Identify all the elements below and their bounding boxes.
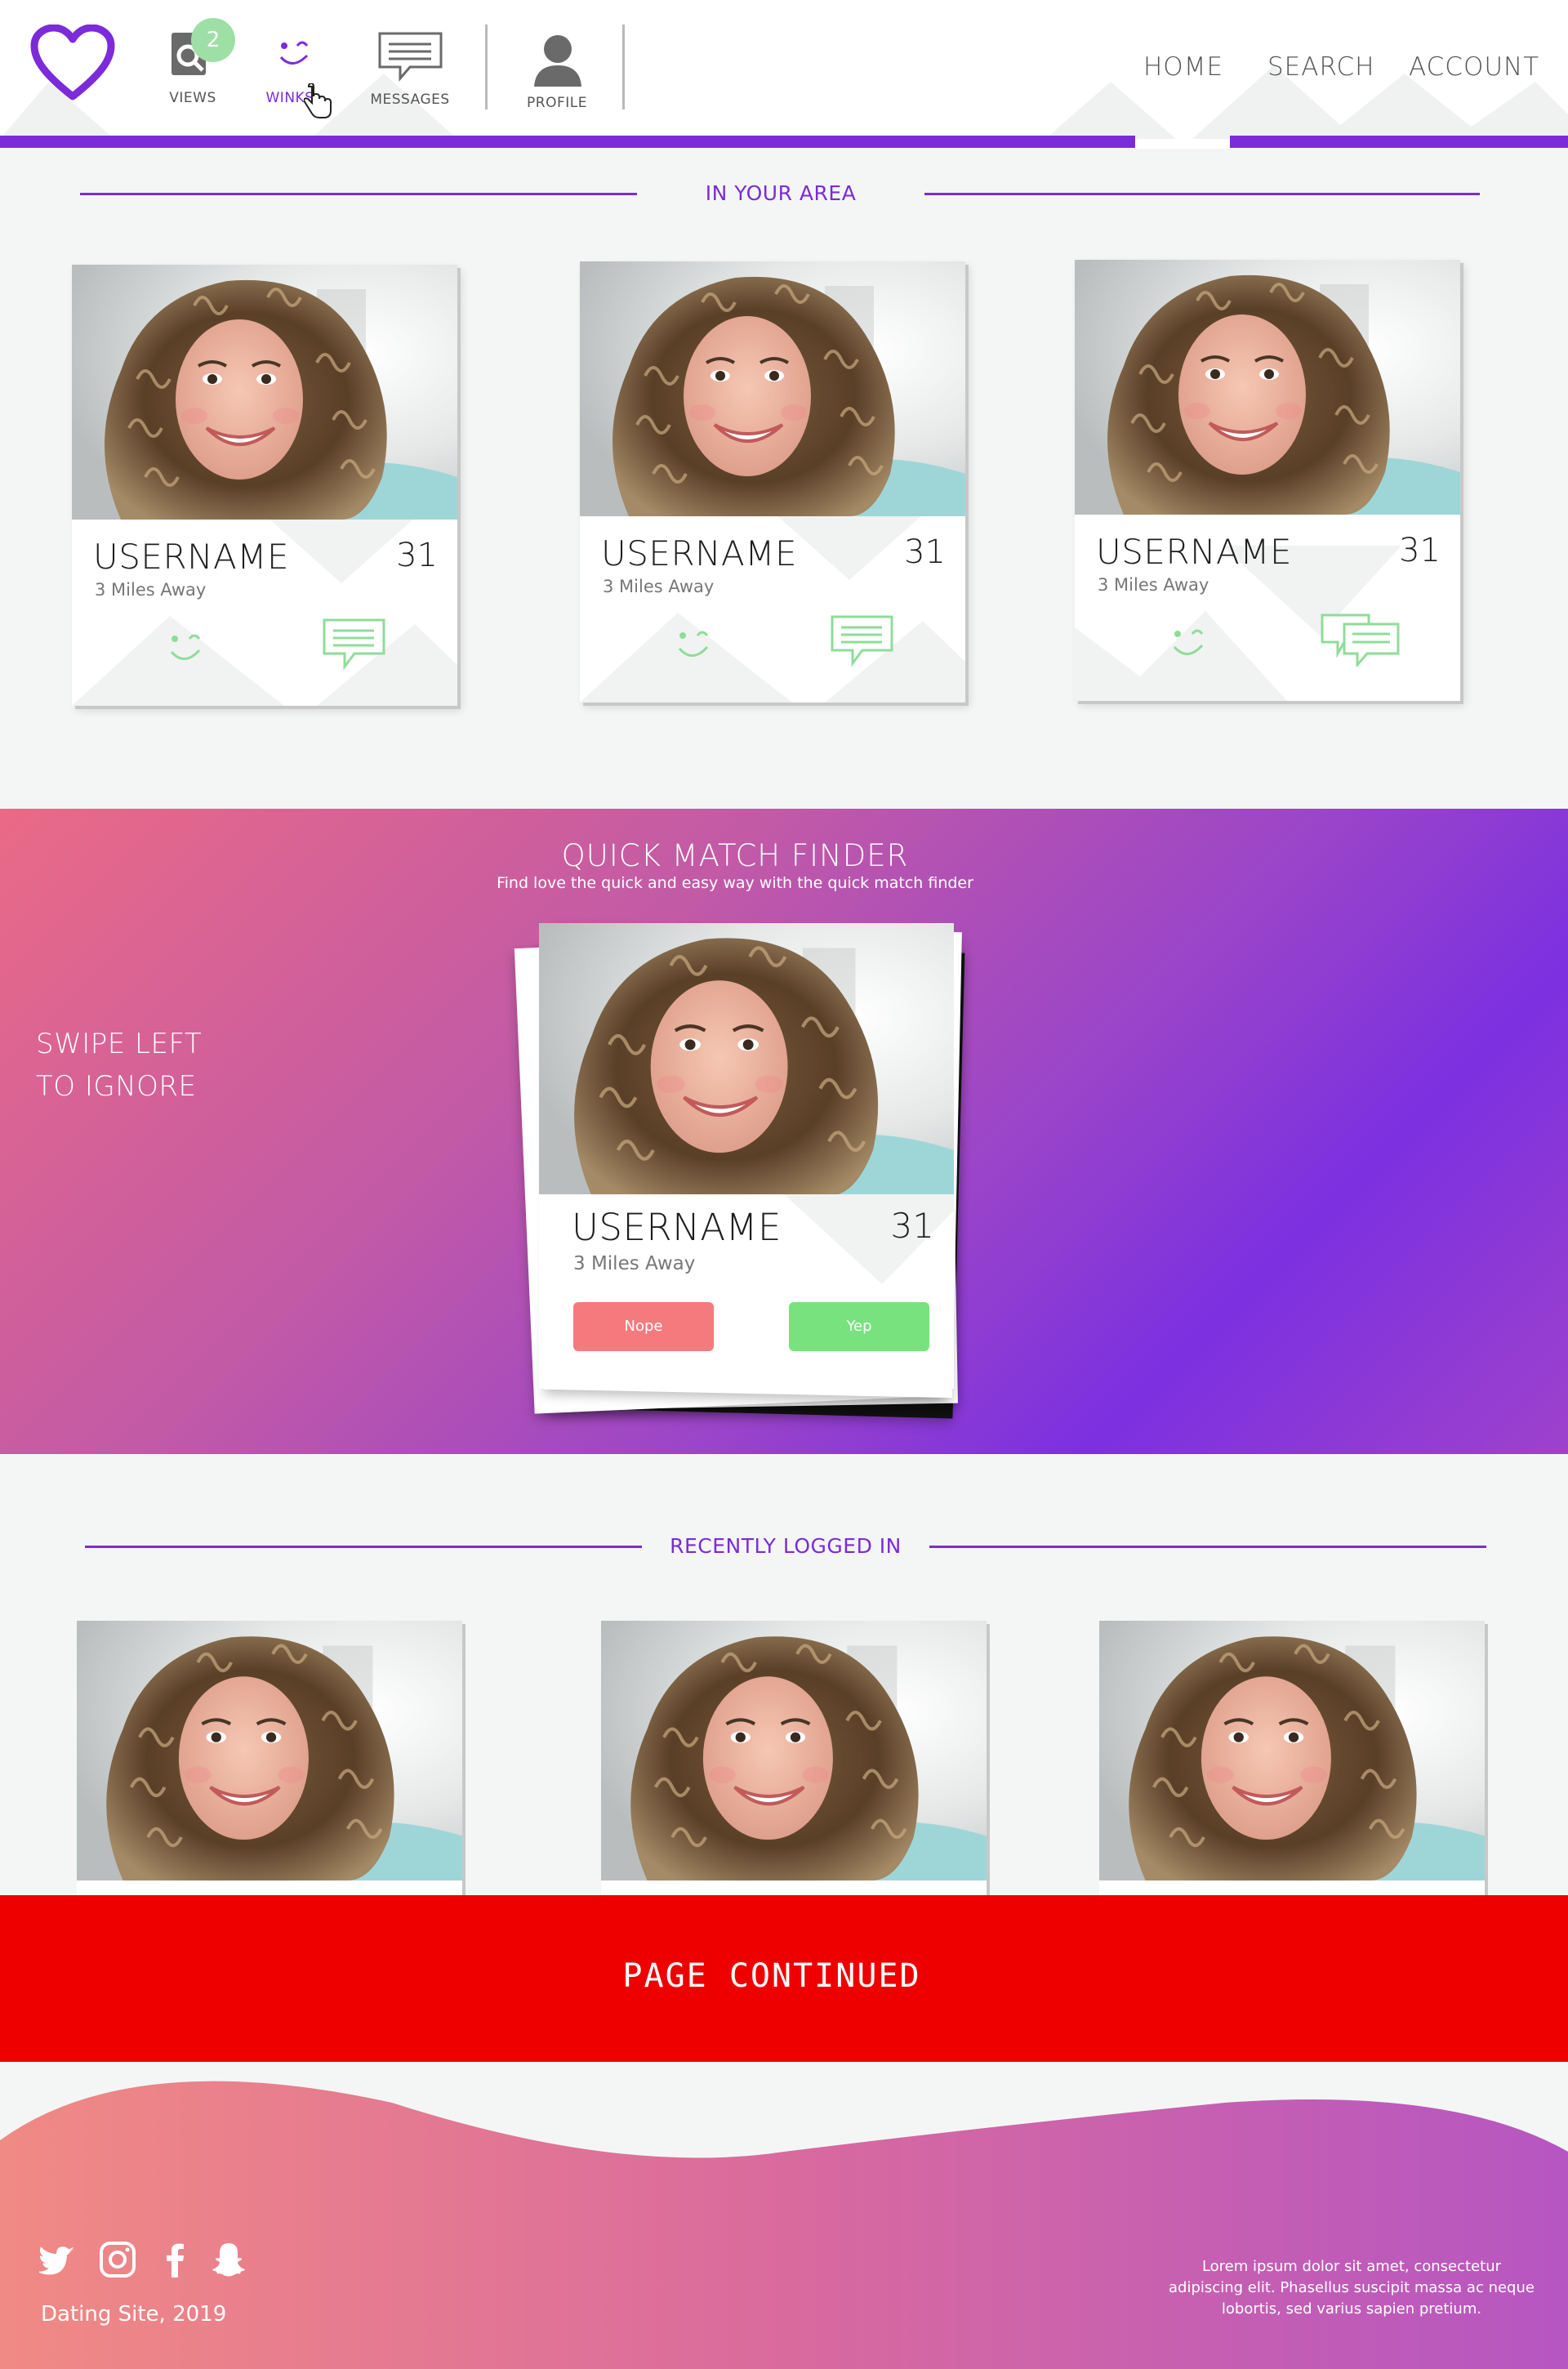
messages-label: MESSAGES: [370, 91, 450, 108]
card-distance: 3 Miles Away: [1098, 575, 1209, 595]
nav-link-home[interactable]: HOME: [1143, 52, 1223, 82]
logo-heart-icon[interactable]: [29, 24, 116, 103]
profile-photo[interactable]: [77, 1621, 462, 1880]
wink-icon[interactable]: [668, 621, 720, 670]
quick-match-section: QUICK MATCH FINDER Find love the quick a…: [0, 809, 1568, 1454]
profile-photo[interactable]: [1075, 260, 1460, 515]
nav-profile[interactable]: PROFILE: [518, 28, 596, 118]
profile-photo[interactable]: [601, 1621, 987, 1880]
profile-photo[interactable]: [580, 261, 965, 516]
profile-card[interactable]: USERNAME 31 3 Miles Away: [72, 265, 457, 706]
card-distance: 3 Miles Away: [603, 577, 715, 596]
facebook-icon[interactable]: [155, 2240, 194, 2279]
user-icon: [534, 35, 581, 87]
message-icon[interactable]: [830, 614, 895, 668]
card-username: USERNAME: [601, 533, 798, 573]
card-age: 31: [890, 1206, 934, 1246]
nav-divider: [622, 25, 625, 109]
nav-messages[interactable]: MESSAGES: [364, 25, 456, 114]
wink-icon[interactable]: [160, 624, 212, 673]
instagram-icon[interactable]: [98, 2240, 137, 2279]
swipe-hint: SWIPE LEFT TO IGNORE: [36, 1023, 202, 1108]
wink-icon: [279, 41, 309, 65]
quick-match-title: QUICK MATCH FINDER: [561, 838, 909, 873]
nav-views[interactable]: 2 VIEWS: [160, 18, 235, 114]
card-distance: 3 Miles Away: [573, 1253, 696, 1274]
card-age: 31: [904, 533, 946, 571]
views-label: VIEWS: [169, 90, 216, 106]
footer-copyright: Dating Site, 2019: [41, 2302, 227, 2327]
yep-button[interactable]: Yep: [789, 1302, 929, 1351]
header-accent-bar: [0, 136, 1135, 148]
message-icon[interactable]: [1320, 613, 1401, 667]
message-icon[interactable]: [322, 618, 387, 671]
section-divider-line: [929, 1546, 1486, 1548]
profile-card[interactable]: USERNAME 31 3 Miles Away: [1075, 260, 1460, 701]
nope-button[interactable]: Nope: [573, 1302, 714, 1351]
views-badge: 2: [191, 18, 235, 62]
profile-label: PROFILE: [527, 95, 587, 111]
nav-link-search[interactable]: SEARCH: [1267, 52, 1374, 82]
section-divider-line: [924, 193, 1480, 195]
profile-card[interactable]: USERNAME 31 3 Miles Away: [580, 261, 965, 703]
section-title-area: IN YOUR AREA: [705, 181, 857, 205]
pointer-cursor-icon: [304, 83, 332, 118]
section-divider-line: [80, 193, 637, 195]
card-distance: 3 Miles Away: [95, 580, 207, 600]
footer-wave: [0, 2081, 1568, 2369]
card-username: USERNAME: [572, 1206, 782, 1249]
recent-profile-card[interactable]: [601, 1621, 987, 1898]
section-divider-line: [85, 1546, 642, 1548]
message-icon: [378, 32, 443, 83]
page-continued-banner: PAGE CONTINUED: [0, 1895, 1568, 2062]
snapchat-icon[interactable]: [209, 2240, 248, 2279]
header-accent-bar: [1230, 136, 1568, 148]
card-username: USERNAME: [93, 537, 290, 577]
card-username: USERNAME: [1096, 532, 1293, 572]
card-age: 31: [396, 537, 438, 574]
nav-divider: [485, 25, 488, 109]
profile-photo[interactable]: [1099, 1621, 1485, 1880]
profile-photo[interactable]: [72, 265, 457, 520]
profile-photo[interactable]: [539, 923, 954, 1194]
section-title-recent: RECENTLY LOGGED IN: [670, 1534, 902, 1558]
quick-match-subtitle: Find love the quick and easy way with th…: [497, 874, 973, 892]
twitter-icon[interactable]: [39, 2240, 78, 2279]
swipe-hint-line: TO IGNORE: [36, 1070, 197, 1103]
quick-match-card[interactable]: USERNAME 31 3 Miles Away Nope Yep: [539, 923, 954, 1389]
recent-profile-card[interactable]: [77, 1621, 462, 1898]
wink-icon[interactable]: [1163, 619, 1215, 668]
nav-winks[interactable]: WINKS: [261, 25, 332, 118]
recent-profile-card[interactable]: [1099, 1621, 1485, 1898]
nav-link-account[interactable]: ACCOUNT: [1409, 52, 1539, 82]
footer-text: Lorem ipsum dolor sit amet, consectetur …: [1169, 2258, 1535, 2318]
card-age: 31: [1399, 532, 1441, 569]
swipe-hint-line: SWIPE LEFT: [36, 1028, 203, 1060]
page-continued-label: PAGE CONTINUED: [622, 1957, 921, 1995]
site-header: 2 VIEWS WINKS MESSAGES PROFILE HOME SEAR…: [0, 0, 1568, 149]
